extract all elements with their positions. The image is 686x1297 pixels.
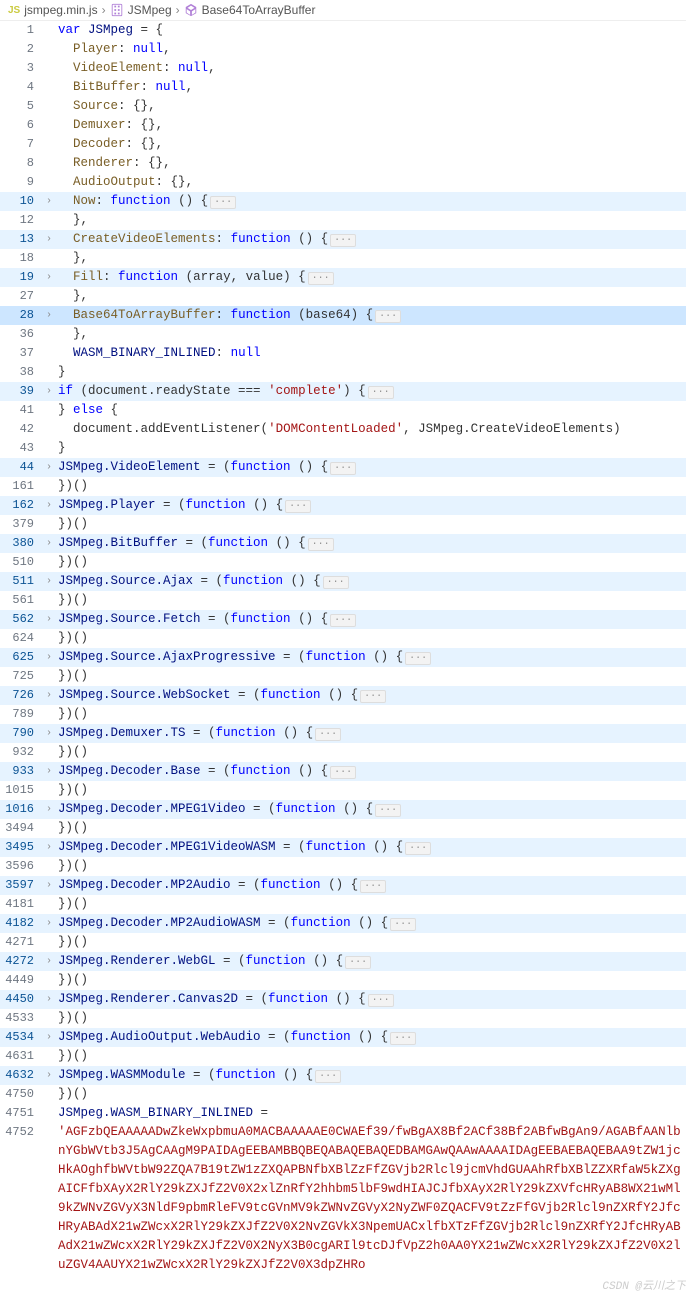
fold-toggle[interactable]: › <box>40 686 58 705</box>
fold-toggle[interactable]: › <box>40 496 58 515</box>
selected-line: Base64ToArrayBuffer: function (base64) {… <box>58 306 686 325</box>
fold-toggle[interactable]: › <box>40 838 58 857</box>
breadcrumb-file[interactable]: jsmpeg.min.js <box>24 3 97 17</box>
breadcrumb-symbol-1[interactable]: JSMpeg <box>128 3 172 17</box>
code-editor[interactable]: 1var JSMpeg = { 2 Player: null, 3 VideoE… <box>0 21 686 1297</box>
fold-toggle[interactable]: › <box>40 1028 58 1047</box>
fold-toggle[interactable]: › <box>40 990 58 1009</box>
fold-toggle[interactable]: › <box>40 648 58 667</box>
chevron-right-icon: › <box>102 3 106 17</box>
fold-toggle[interactable]: › <box>40 762 58 781</box>
fold-toggle[interactable]: › <box>40 534 58 553</box>
fold-toggle[interactable]: › <box>40 800 58 819</box>
fold-toggle[interactable]: › <box>40 1066 58 1085</box>
chevron-right-icon: › <box>176 3 180 17</box>
breadcrumb-symbol-2[interactable]: Base64ToArrayBuffer <box>202 3 316 17</box>
code-line[interactable]: var JSMpeg = { <box>58 21 686 40</box>
folded-indicator[interactable]: ··· <box>210 196 236 209</box>
js-file-icon: JS <box>8 5 20 16</box>
fold-toggle[interactable]: › <box>40 192 58 211</box>
fold-toggle[interactable]: › <box>40 230 58 249</box>
fold-toggle[interactable] <box>40 21 58 40</box>
fold-toggle[interactable]: › <box>40 268 58 287</box>
method-icon <box>184 3 198 17</box>
breadcrumb: JS jsmpeg.min.js › JSMpeg › Base64ToArra… <box>0 0 686 21</box>
line-number: 1 <box>0 21 40 40</box>
watermark: CSDN @云川之下 <box>602 1281 686 1293</box>
fold-toggle[interactable]: › <box>40 382 58 401</box>
fold-toggle[interactable]: › <box>40 458 58 477</box>
fold-toggle[interactable]: › <box>40 876 58 895</box>
fold-toggle[interactable]: › <box>40 572 58 591</box>
fold-toggle[interactable]: › <box>40 610 58 629</box>
fold-toggle[interactable]: › <box>40 952 58 971</box>
fold-toggle[interactable]: › <box>40 724 58 743</box>
base64-string[interactable]: 'AGFzbQEAAAAADwZkeWxpbmuA0MACBAAAAAE0CWA… <box>58 1123 686 1297</box>
namespace-icon <box>110 3 124 17</box>
fold-toggle[interactable]: › <box>40 306 58 325</box>
fold-toggle[interactable]: › <box>40 914 58 933</box>
